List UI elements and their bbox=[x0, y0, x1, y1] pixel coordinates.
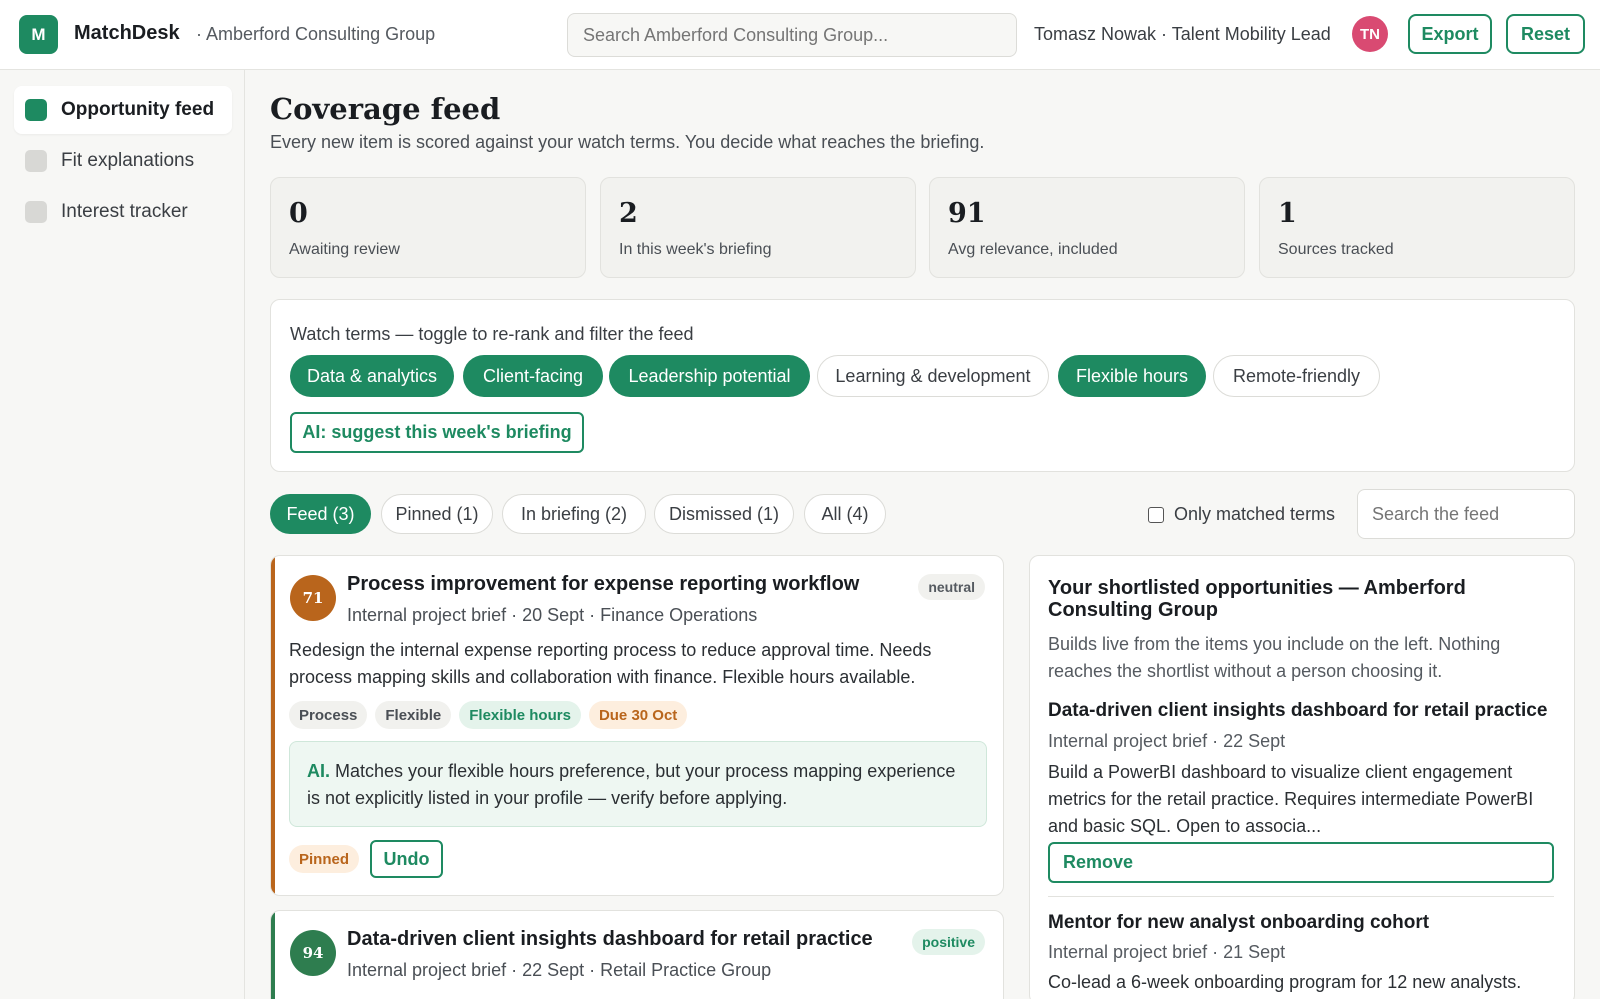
tab-in-briefing[interactable]: In briefing (2) bbox=[502, 494, 646, 534]
only-matched-checkbox[interactable] bbox=[1148, 506, 1164, 523]
page-title: Coverage feed bbox=[270, 92, 501, 126]
app-logo: M bbox=[19, 15, 58, 54]
shortlist-item-title: Data-driven client insights dashboard fo… bbox=[1048, 700, 1548, 721]
tag: Flexible bbox=[375, 701, 452, 729]
global-search-input[interactable] bbox=[567, 13, 1017, 57]
shortlist-item-title: Mentor for new analyst onboarding cohort bbox=[1048, 912, 1430, 933]
sidebar-item-label: Fit explanations bbox=[61, 150, 195, 171]
stat-label: Awaiting review bbox=[289, 241, 400, 258]
stat-card-sources: 1 Sources tracked bbox=[1259, 177, 1575, 278]
tab-feed[interactable]: Feed (3) bbox=[270, 494, 371, 534]
shortlist-description: Builds live from the items you include o… bbox=[1048, 634, 1501, 681]
card-title: Process improvement for expense reportin… bbox=[347, 573, 860, 595]
watch-term-client-facing[interactable]: Client-facing bbox=[463, 355, 603, 397]
stat-value: 0 bbox=[289, 198, 308, 229]
tag: Process bbox=[289, 701, 368, 729]
tag-matched: Flexible hours bbox=[459, 701, 581, 729]
sentiment-badge: positive bbox=[912, 929, 985, 955]
only-matched-label: Only matched terms bbox=[1174, 504, 1336, 524]
stat-label: Sources tracked bbox=[1278, 241, 1394, 258]
stat-card-awaiting: 0 Awaiting review bbox=[270, 177, 586, 278]
shortlist-item-meta: Internal project brief · 21 Sept bbox=[1048, 942, 1286, 962]
org-name: · Amberford Consulting Group bbox=[196, 24, 436, 44]
watch-term-leadership-potential[interactable]: Leadership potential bbox=[609, 355, 810, 397]
tab-all[interactable]: All (4) bbox=[804, 494, 886, 534]
avatar[interactable]: TN bbox=[1352, 16, 1388, 52]
stat-card-briefing: 2 In this week's briefing bbox=[600, 177, 916, 278]
card-accent bbox=[271, 556, 275, 895]
sidebar-item-label: Interest tracker bbox=[61, 201, 188, 222]
sidebar-item-fit-explanations[interactable]: Fit explanations bbox=[14, 137, 232, 185]
shortlist-panel: Your shortlisted opportunities — Amberfo… bbox=[1029, 555, 1575, 999]
stat-value: 1 bbox=[1278, 198, 1297, 229]
card-meta: Internal project brief · 22 Sept · Retai… bbox=[347, 960, 772, 980]
stat-label: Avg relevance, included bbox=[948, 241, 1118, 258]
watch-term-data-analytics[interactable]: Data & analytics bbox=[290, 355, 454, 397]
sidebar: Opportunity feed Fit explanations Intere… bbox=[0, 70, 245, 999]
brand-name: MatchDesk bbox=[74, 22, 180, 44]
ai-suggest-briefing-button[interactable]: AI: suggest this week's briefing bbox=[290, 412, 584, 453]
nav-square-icon bbox=[25, 99, 47, 121]
tab-pinned[interactable]: Pinned (1) bbox=[381, 494, 493, 534]
stat-value: 2 bbox=[619, 198, 638, 229]
sidebar-item-label: Opportunity feed bbox=[61, 99, 215, 120]
watch-term-flexible-hours[interactable]: Flexible hours bbox=[1058, 355, 1206, 397]
pinned-badge: Pinned bbox=[289, 845, 360, 873]
remove-button[interactable]: Remove bbox=[1048, 842, 1554, 883]
feed-card[interactable]: 71 Process improvement for expense repor… bbox=[270, 555, 1004, 896]
card-title: Data-driven client insights dashboard fo… bbox=[347, 928, 873, 950]
relevance-score: 71 bbox=[290, 575, 336, 621]
watch-term-remote-friendly[interactable]: Remote-friendly bbox=[1213, 355, 1380, 397]
export-button[interactable]: Export bbox=[1408, 14, 1492, 54]
reset-button[interactable]: Reset bbox=[1506, 14, 1585, 54]
sentiment-badge: neutral bbox=[918, 574, 985, 600]
nav-square-icon bbox=[25, 201, 47, 223]
watch-terms-panel: Watch terms — toggle to re-rank and filt… bbox=[270, 299, 1575, 472]
tab-dismissed[interactable]: Dismissed (1) bbox=[654, 494, 794, 534]
only-matched-toggle[interactable]: Only matched terms bbox=[1148, 504, 1335, 525]
ai-label: AI. bbox=[307, 761, 331, 781]
stat-card-relevance: 91 Avg relevance, included bbox=[929, 177, 1245, 278]
shortlist-title: Your shortlisted opportunities — Amberfo… bbox=[1048, 577, 1466, 621]
user-name: Tomasz Nowak · Talent Mobility Lead bbox=[1034, 24, 1331, 44]
page-subtitle: Every new item is scored against your wa… bbox=[270, 132, 985, 152]
shortlist-item-description: Co-lead a 6-week onboarding program for … bbox=[1048, 972, 1522, 992]
stat-label: In this week's briefing bbox=[619, 241, 772, 258]
undo-button[interactable]: Undo bbox=[370, 840, 443, 878]
card-accent bbox=[271, 911, 275, 999]
feed-card[interactable]: 94 Data-driven client insights dashboard… bbox=[270, 910, 1004, 999]
card-description: Redesign the internal expense reporting … bbox=[289, 640, 932, 687]
shortlist-item-meta: Internal project brief · 22 Sept bbox=[1048, 731, 1286, 751]
stat-value: 91 bbox=[948, 198, 986, 229]
ai-text: Matches your flexible hours preference, … bbox=[307, 761, 956, 808]
card-meta: Internal project brief · 20 Sept · Finan… bbox=[347, 605, 758, 625]
sidebar-item-opportunity-feed[interactable]: Opportunity feed bbox=[14, 86, 232, 134]
shortlist-item-description: Build a PowerBI dashboard to visualize c… bbox=[1048, 762, 1534, 836]
tag-due-date: Due 30 Oct bbox=[588, 701, 688, 729]
nav-square-icon bbox=[25, 150, 47, 172]
watch-term-learning-development[interactable]: Learning & development bbox=[817, 355, 1049, 397]
feed-search-input[interactable] bbox=[1357, 489, 1575, 539]
top-bar: M MatchDesk · Amberford Consulting Group… bbox=[0, 0, 1600, 70]
sidebar-item-interest-tracker[interactable]: Interest tracker bbox=[14, 188, 232, 236]
relevance-score: 94 bbox=[290, 930, 336, 976]
ai-explanation: AI. Matches your flexible hours preferen… bbox=[289, 741, 987, 827]
divider bbox=[1048, 896, 1554, 897]
watch-terms-label: Watch terms — toggle to re-rank and filt… bbox=[290, 324, 694, 344]
card-tags: Process Flexible Flexible hours Due 30 O… bbox=[289, 701, 688, 729]
